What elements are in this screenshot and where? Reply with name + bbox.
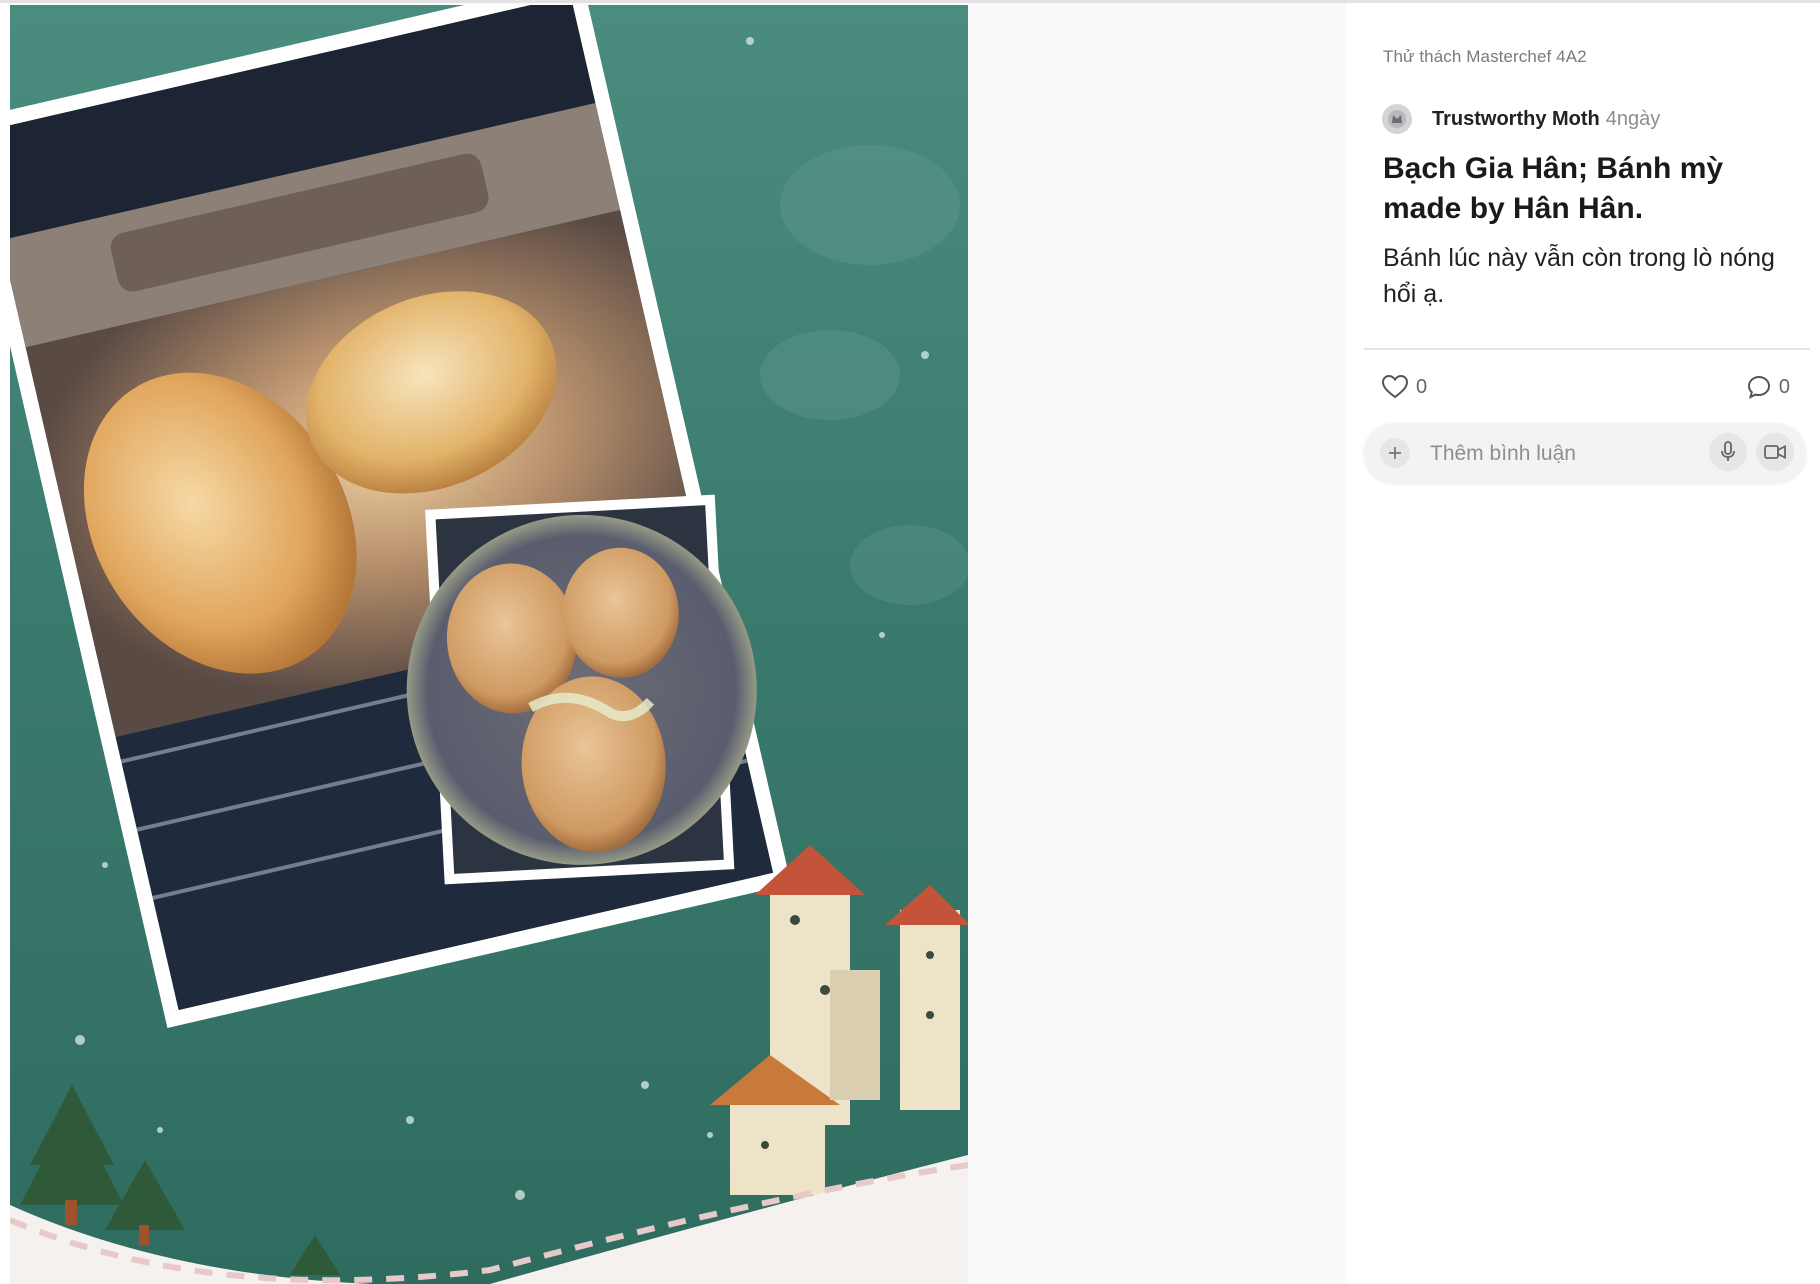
post-image[interactable] [10, 5, 968, 1284]
left-gutter [0, 3, 10, 1284]
plus-icon [1389, 447, 1401, 459]
moth-avatar-icon [1388, 110, 1406, 128]
reactions-bar: 0 0 [1382, 375, 1790, 407]
comment-count: 0 [1778, 375, 1790, 398]
page: Thử thách Masterchef 4A2 Trustworthy Mot… [0, 0, 1820, 1284]
post-body: Bánh lúc này vẫn còn trong lò nóng hổi ạ… [1383, 244, 1775, 308]
microphone-icon [1721, 441, 1735, 461]
group-name[interactable]: Thử thách Masterchef 4A2 [1383, 47, 1587, 67]
comment-button[interactable]: 0 [1747, 375, 1790, 399]
image-side-gap [968, 3, 1346, 1284]
post-title: Bạch Gia Hân; Bánh mỳ made by Hân Hân. [1383, 152, 1724, 225]
add-attachment-button[interactable] [1380, 438, 1410, 468]
divider [1364, 348, 1810, 350]
speech-bubble-icon [1747, 375, 1770, 399]
post-details-panel: Thử thách Masterchef 4A2 Trustworthy Mot… [1346, 3, 1820, 1284]
video-camera-icon [1764, 445, 1786, 459]
post-image-artwork [10, 5, 968, 1284]
avatar[interactable] [1382, 104, 1412, 134]
voice-comment-button[interactable] [1709, 433, 1747, 471]
heart-icon [1382, 375, 1408, 399]
author-name[interactable]: Trustworthy Moth [1432, 108, 1600, 131]
like-count: 0 [1416, 375, 1428, 398]
author-row: Trustworthy Moth 4ngày [1382, 103, 1660, 135]
like-button[interactable]: 0 [1382, 375, 1427, 399]
post-time: 4ngày [1605, 107, 1661, 130]
comment-input[interactable] [1428, 437, 1692, 471]
comment-composer [1364, 423, 1806, 483]
video-comment-button[interactable] [1756, 433, 1794, 471]
